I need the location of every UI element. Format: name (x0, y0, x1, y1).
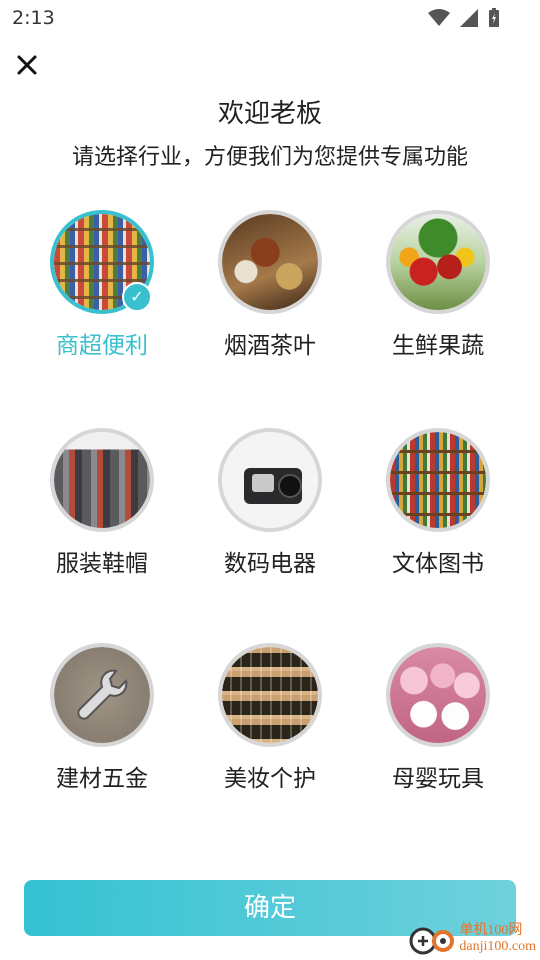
industry-option-digital-electronics[interactable]: 数码电器 (195, 428, 345, 578)
watermark-logo-icon (409, 922, 455, 956)
industry-label: 美妆个护 (224, 766, 316, 792)
battery-icon (489, 8, 499, 27)
industry-option-clothing[interactable]: 服装鞋帽 (27, 428, 177, 578)
industry-option-fresh-produce[interactable]: 生鲜果蔬 (363, 210, 513, 360)
check-icon: ✓ (122, 282, 152, 312)
industry-option-supermarket[interactable]: ✓ 商超便利 (27, 210, 177, 360)
clothing-rack-image (50, 428, 154, 532)
industry-label: 文体图书 (392, 551, 484, 577)
industry-label: 建材五金 (56, 766, 148, 792)
signal-icon (460, 9, 478, 27)
status-bar: 2:13 (0, 0, 540, 36)
page-subtitle: 请选择行业，方便我们为您提供专属功能 (71, 145, 468, 170)
page-title: 欢迎老板 (217, 99, 322, 129)
tobacco-liquor-tea-image (218, 210, 322, 314)
bookshelf-image (386, 428, 490, 532)
close-icon (17, 55, 37, 75)
industry-option-books-stationery[interactable]: 文体图书 (363, 428, 513, 578)
industry-label: 商超便利 (56, 333, 148, 359)
close-button[interactable] (12, 50, 42, 80)
industry-label: 母婴玩具 (392, 766, 484, 792)
industry-label: 烟酒茶叶 (224, 333, 316, 359)
industry-option-tobacco-liquor-tea[interactable]: 烟酒茶叶 (195, 210, 345, 360)
wrench-image (50, 643, 154, 747)
plush-toys-image (386, 643, 490, 747)
industry-option-baby-toys[interactable]: 母婴玩具 (363, 643, 513, 793)
watermark-title: 单机100网 (459, 923, 523, 938)
wifi-icon (428, 9, 450, 26)
industry-option-building-hardware[interactable]: 建材五金 (27, 643, 177, 793)
camera-image (218, 428, 322, 532)
industry-label: 生鲜果蔬 (392, 333, 484, 359)
industry-label: 数码电器 (224, 551, 316, 577)
industry-label: 服装鞋帽 (56, 551, 148, 577)
wrench-icon (77, 669, 128, 720)
watermark: 单机100网 danji100.com (409, 922, 536, 956)
watermark-url: danji100.com (459, 939, 536, 954)
fresh-fruit-vegetable-image (386, 210, 490, 314)
status-icons (428, 8, 500, 28)
status-time: 2:13 (12, 7, 55, 29)
industry-option-beauty-care[interactable]: 美妆个护 (195, 643, 345, 793)
cosmetics-shelf-image (218, 643, 322, 747)
